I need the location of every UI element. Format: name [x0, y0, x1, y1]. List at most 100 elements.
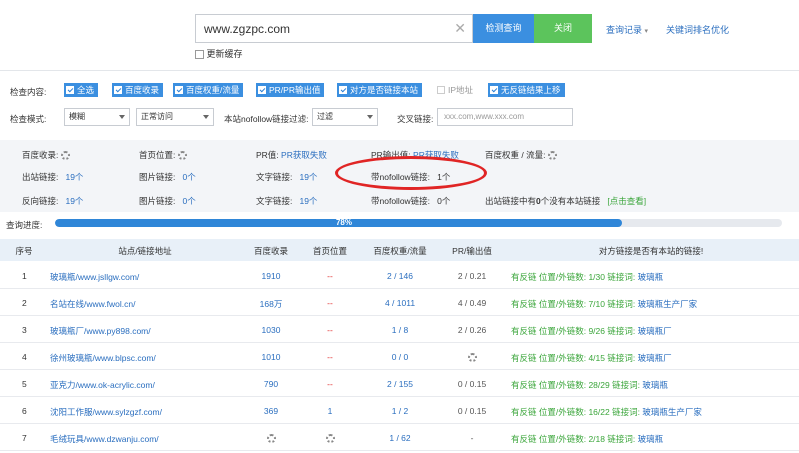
loading-icon [266, 434, 276, 444]
col-header: PR/输出值 [452, 246, 492, 256]
home-position-cell: -- [327, 379, 333, 389]
table-row: 1 玻璃瓶/www.jsllgw.com/1910 -- 2 / 146 2 / 0.2… [0, 262, 799, 289]
option-label: 百度收录 [125, 85, 160, 95]
chevron-down-icon [119, 115, 125, 119]
checkbox-icon[interactable] [175, 86, 183, 94]
row-number: 4 [22, 352, 27, 362]
history-link[interactable]: 查询记录 ▾ [606, 23, 648, 36]
backlink-status-cell: 有反链 位置/外链数: 9/26 链接词: 玻璃瓶厂 [511, 325, 672, 337]
stat-baidu-index: 百度收录: [22, 149, 70, 161]
checkbox-icon[interactable] [437, 86, 445, 94]
weight-cell: 4 / 1011 [384, 298, 416, 308]
nofollow-select[interactable]: 过滤 [312, 108, 378, 126]
check-mode-label: 检查模式: [10, 114, 47, 124]
backlink-status: 有反链 位置/外链数: 2/18 链接词: [511, 434, 638, 444]
site-link[interactable]: 名站在线/www.fwol.cn/ [50, 298, 136, 310]
view-link[interactable]: [点击查看] [607, 196, 646, 206]
row-number: 6 [22, 406, 27, 416]
anchor-keyword: 玻璃瓶生产厂家 [637, 299, 698, 309]
stat-value: 0个 [182, 196, 196, 206]
option-pr[interactable]: PR/PR输出值 [256, 83, 325, 97]
anchor-keyword: 玻璃瓶 [642, 380, 668, 390]
stat-value: 19个 [65, 172, 84, 182]
backlink-status-cell: 有反链 位置/外链数: 2/18 链接词: 玻璃瓶 [511, 433, 663, 445]
option-baidu-weight[interactable]: 百度权重/流量 [173, 83, 244, 97]
backlink-status-cell: 有反链 位置/外链数: 4/15 链接词: 玻璃瓶厂 [511, 352, 672, 364]
stat-value: 19个 [65, 196, 84, 206]
stat-label: 图片链接: [139, 196, 176, 206]
baidu-index-cell: 168万 [259, 299, 283, 309]
checkbox-icon[interactable] [339, 86, 347, 94]
anchor-keyword: 玻璃瓶厂 [637, 326, 672, 336]
stat-outbound: 出站链接: 19个 [22, 171, 83, 183]
pr-cell [440, 352, 504, 363]
stat-label: 反向链接: [22, 196, 59, 206]
pr-cell: 4 / 0.49 [457, 298, 487, 308]
backlink-status: 有反链 位置/外链数: 9/26 链接词: [511, 326, 638, 336]
option-select-all[interactable]: 全选 [64, 83, 99, 97]
query-button[interactable]: 检测查询 [473, 14, 534, 43]
col-header: 首页位置 [312, 246, 347, 256]
table-row: 6 沈阳工作服/www.sylzgzf.com/369 1 1 / 2 0 / 0.15… [0, 397, 799, 424]
option-backlink-check[interactable]: 对方是否链接本站 [337, 83, 423, 97]
cache-checkbox[interactable]: 更新缓存 [195, 47, 243, 60]
option-ip[interactable]: IP地址 [435, 83, 477, 97]
option-label: IP地址 [448, 85, 474, 95]
stat-value: 19个 [299, 172, 318, 182]
checkbox-icon[interactable] [114, 86, 122, 94]
option-label: 无反链结果上移 [501, 85, 561, 95]
col-header: 序号 [15, 246, 33, 256]
home-position-cell: -- [327, 325, 333, 335]
stat-label: 文字链接: [256, 172, 293, 182]
nofollow-select-value: 过滤 [317, 112, 333, 121]
col-header: 百度收录 [253, 246, 288, 256]
access-select[interactable]: 正常访问 [136, 108, 214, 126]
site-link[interactable]: 玻璃瓶厂/www.py898.com/ [50, 325, 151, 337]
close-button[interactable]: 关闭 [534, 14, 592, 43]
divider [0, 70, 799, 71]
close-icon[interactable]: ✕ [454, 20, 466, 37]
checkbox-icon[interactable] [490, 86, 498, 94]
chevron-down-icon: ▾ [644, 28, 649, 35]
baidu-index-cell: 369 [263, 406, 279, 416]
stat-label: 带nofollow链接: [371, 196, 431, 206]
stat-text-links: 文字链接: 19个 [256, 171, 317, 183]
site-link[interactable]: 玻璃瓶/www.jsllgw.com/ [50, 271, 139, 283]
anchor-keyword: 玻璃瓶 [637, 434, 664, 444]
cross-link-input[interactable]: xxx.com,www.xxx.com [437, 108, 573, 126]
site-link[interactable]: 徐州玻璃瓶/www.blpsc.com/ [50, 352, 156, 364]
pr-cell: 0 / 0.15 [457, 406, 487, 416]
baidu-index-cell [243, 433, 299, 444]
site-link[interactable]: 毛绒玩具/www.dzwanju.com/ [50, 433, 159, 445]
weight-cell: 2 / 146 [387, 271, 413, 281]
checkbox-icon[interactable] [258, 86, 266, 94]
checkbox-icon[interactable] [195, 50, 204, 60]
backlink-status: 有反链 位置/外链数: 7/10 链接词: [511, 299, 638, 309]
check-content-label: 检查内容: [10, 87, 47, 97]
progress-label: 查询进度: [6, 220, 43, 230]
home-position-cell [302, 433, 358, 444]
site-link[interactable]: 沈阳工作服/www.sylzgzf.com/ [50, 406, 162, 418]
option-move-up[interactable]: 无反链结果上移 [488, 83, 565, 97]
weight-cell: 1 / 62 [389, 433, 411, 443]
option-baidu-index[interactable]: 百度收录 [112, 83, 164, 97]
stat-home-position: 首页位置: [139, 149, 187, 161]
stat-label: 百度收录: [22, 150, 59, 160]
keyword-rank-link[interactable]: 关键词排名优化 [666, 23, 729, 36]
stat-missing-links: 出站链接中有0个没有本站链接 [点击查看] [485, 195, 646, 207]
site-link[interactable]: 亚克力/www.ok-acrylic.com/ [50, 379, 155, 391]
mode-select[interactable]: 模糊 [64, 108, 130, 126]
baidu-index-cell: 1010 [261, 352, 281, 362]
stat-baidu-weight: 百度权重 / 流量: [485, 149, 557, 161]
anchor-keyword: 玻璃瓶厂 [637, 353, 672, 363]
progress-text: 78% [335, 218, 352, 227]
stat-value: 19个 [299, 196, 318, 206]
backlink-status: 有反链 位置/外链数: 16/22 链接词: [511, 407, 643, 417]
stat-label: 百度权重 / 流量: [485, 150, 546, 160]
option-label: 对方是否链接本站 [350, 85, 419, 95]
option-label: 百度权重/流量 [186, 85, 240, 95]
pr-cell: 2 / 0.21 [457, 271, 487, 281]
search-input[interactable]: www.zgzpc.com ✕ [195, 14, 473, 43]
checkbox-icon[interactable] [66, 86, 74, 94]
stat-label: 个没有本站链接 [540, 196, 601, 206]
